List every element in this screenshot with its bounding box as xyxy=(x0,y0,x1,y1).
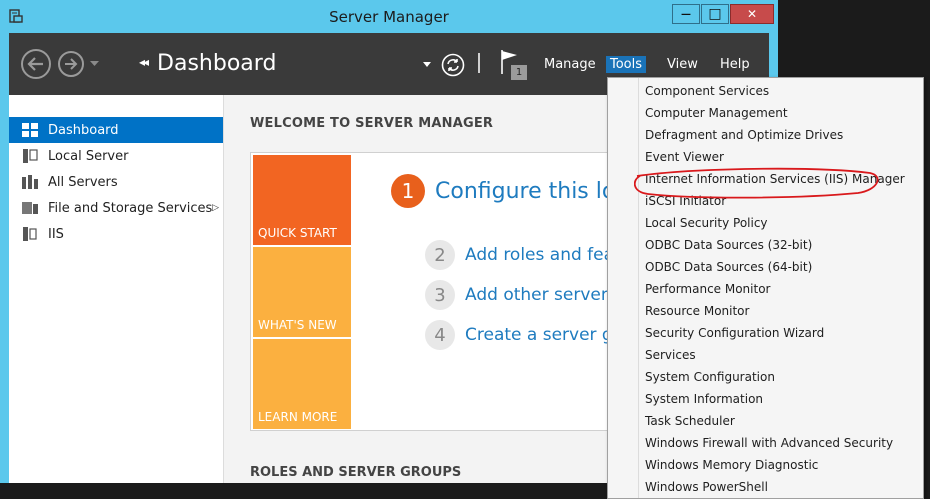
menu-view[interactable]: View xyxy=(663,56,702,73)
iis-icon xyxy=(23,227,37,241)
notifications-button[interactable]: 1 xyxy=(499,48,529,82)
breadcrumb: ◂◂ Dashboard xyxy=(139,51,276,76)
menu-item-system-configuration[interactable]: System Configuration xyxy=(645,366,775,388)
menu-item-windows-memory-diagnostic[interactable]: Windows Memory Diagnostic xyxy=(645,454,818,476)
step-link[interactable]: Create a server gr xyxy=(465,325,620,345)
sidebar-item-label: All Servers xyxy=(48,174,118,190)
toolbar-divider xyxy=(478,53,480,73)
dashboard-icon xyxy=(22,123,38,137)
maximize-button[interactable]: □ xyxy=(701,4,729,24)
menu-item-local-security-policy[interactable]: Local Security Policy xyxy=(645,212,768,234)
menu-item-computer-management[interactable]: Computer Management xyxy=(645,102,788,124)
menu-item-windows-powershell[interactable]: Windows PowerShell xyxy=(645,476,768,498)
close-button[interactable]: ✕ xyxy=(730,4,774,24)
welcome-heading: WELCOME TO SERVER MANAGER xyxy=(250,116,494,131)
maximize-icon: □ xyxy=(708,6,722,22)
menu-item-performance-monitor[interactable]: Performance Monitor xyxy=(645,278,770,300)
forward-arrow-icon xyxy=(65,58,78,70)
tile-label: QUICK START xyxy=(258,226,337,240)
step-number: 4 xyxy=(425,320,455,350)
back-button[interactable] xyxy=(21,49,51,79)
step-number: 2 xyxy=(425,240,455,270)
breadcrumb-dashboard: Dashboard xyxy=(157,51,277,76)
sidebar-item-label: IIS xyxy=(48,226,64,242)
sidebar-item-label: File and Storage Services xyxy=(48,200,213,216)
sidebar-item-label: Dashboard xyxy=(48,122,119,138)
menu-item-component-services[interactable]: Component Services xyxy=(645,80,769,102)
title-bar[interactable]: Server Manager — □ ✕ xyxy=(0,0,778,32)
tile-whats-new[interactable]: WHAT'S NEW xyxy=(253,247,351,337)
menu-item-resource-monitor[interactable]: Resource Monitor xyxy=(645,300,749,322)
step-number: 1 xyxy=(391,174,425,208)
refresh-icon[interactable] xyxy=(441,53,465,77)
tile-quick-start[interactable]: QUICK START xyxy=(253,155,351,245)
menu-item-defragment[interactable]: Defragment and Optimize Drives xyxy=(645,124,843,146)
sidebar-item-file-and-storage-services[interactable]: File and Storage Services ▷ xyxy=(9,195,223,221)
step-create-group[interactable]: 4 Create a server gr xyxy=(425,320,620,350)
window-title: Server Manager xyxy=(329,8,449,26)
sidebar: Dashboard Local Server All Servers File … xyxy=(9,95,224,483)
server-icon xyxy=(23,149,38,163)
forward-button[interactable] xyxy=(58,51,84,77)
menu-help[interactable]: Help xyxy=(716,56,754,73)
sidebar-item-all-servers[interactable]: All Servers xyxy=(9,169,223,195)
notification-count-badge: 1 xyxy=(511,65,527,80)
minimize-icon: — xyxy=(681,8,691,20)
sidebar-item-label: Local Server xyxy=(48,148,129,164)
sidebar-item-local-server[interactable]: Local Server xyxy=(9,143,223,169)
menu-item-odbc-32[interactable]: ODBC Data Sources (32-bit) xyxy=(645,234,812,256)
step-link[interactable]: Configure this lo xyxy=(435,179,615,204)
step-number: 3 xyxy=(425,280,455,310)
breadcrumb-dropdown-icon[interactable] xyxy=(423,62,431,67)
quick-start-panel: QUICK START WHAT'S NEW LEARN MORE 1 Conf… xyxy=(250,152,652,431)
history-dropdown-icon[interactable] xyxy=(90,61,99,67)
menu-item-windows-firewall[interactable]: Windows Firewall with Advanced Security xyxy=(645,432,893,454)
red-highlight-annotation xyxy=(634,167,879,199)
roles-heading: ROLES AND SERVER GROUPS xyxy=(250,465,462,480)
step-add-roles[interactable]: 2 Add roles and fea xyxy=(425,240,614,270)
close-icon: ✕ xyxy=(746,7,758,21)
tile-learn-more[interactable]: LEARN MORE xyxy=(253,339,351,429)
sidebar-item-iis[interactable]: IIS xyxy=(9,221,223,247)
step-link[interactable]: Add roles and fea xyxy=(465,245,614,265)
breadcrumb-arrows-icon: ◂◂ xyxy=(139,55,149,69)
menu-item-security-configuration-wizard[interactable]: Security Configuration Wizard xyxy=(645,322,824,344)
sidebar-item-dashboard[interactable]: Dashboard xyxy=(9,117,223,143)
submenu-arrow-icon: ▷ xyxy=(212,203,219,213)
menu-tools[interactable]: Tools xyxy=(606,56,647,73)
step-link[interactable]: Add other servers xyxy=(465,285,617,305)
tile-label: LEARN MORE xyxy=(258,410,338,424)
tile-label: WHAT'S NEW xyxy=(258,318,337,332)
menu-gutter xyxy=(638,78,639,498)
servers-icon xyxy=(22,175,38,189)
menu-manage[interactable]: Manage xyxy=(540,56,600,73)
tools-dropdown-menu: Component Services Computer Management D… xyxy=(607,77,924,499)
menu-item-task-scheduler[interactable]: Task Scheduler xyxy=(645,410,735,432)
menu-item-odbc-64[interactable]: ODBC Data Sources (64-bit) xyxy=(645,256,812,278)
menu-item-system-information[interactable]: System Information xyxy=(645,388,763,410)
storage-icon xyxy=(22,202,38,214)
menu-item-event-viewer[interactable]: Event Viewer xyxy=(645,146,724,168)
step-configure[interactable]: 1 Configure this lo xyxy=(391,174,615,208)
menu-item-services[interactable]: Services xyxy=(645,344,696,366)
step-add-servers[interactable]: 3 Add other servers xyxy=(425,280,617,310)
minimize-button[interactable]: — xyxy=(672,4,700,24)
back-arrow-icon xyxy=(27,57,43,71)
